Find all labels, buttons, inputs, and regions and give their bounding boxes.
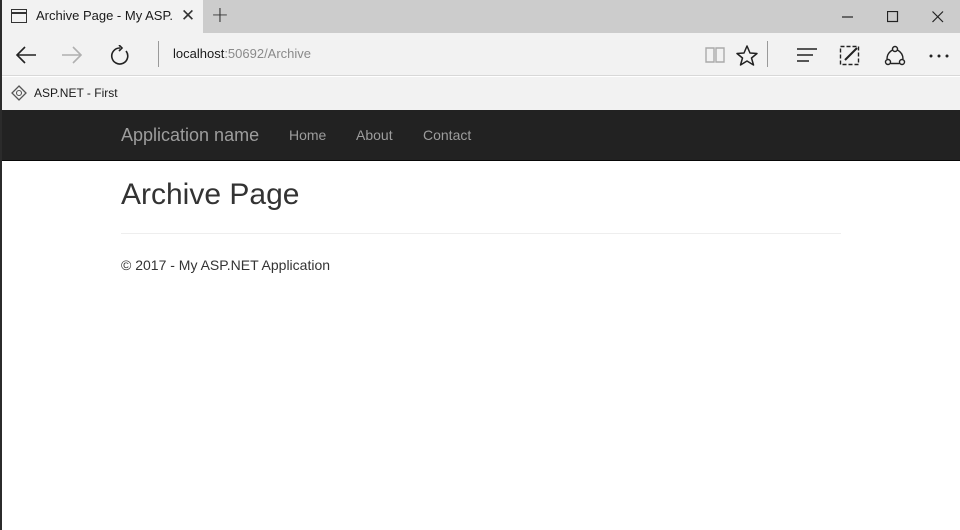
reading-view-button[interactable] — [698, 39, 730, 71]
star-icon — [736, 45, 758, 66]
forward-arrow-icon — [62, 46, 83, 64]
maximize-button[interactable] — [870, 0, 916, 33]
refresh-button[interactable] — [103, 39, 135, 71]
more-button[interactable] — [922, 39, 954, 71]
nav-link-about[interactable]: About — [356, 127, 393, 143]
address-separator — [158, 41, 159, 67]
more-icon — [929, 54, 949, 58]
tab-title: Archive Page - My ASP.N — [36, 8, 174, 23]
browser-toolbar: localhost:50692/Archive — [2, 33, 960, 76]
footer-text: © 2017 - My ASP.NET Application — [121, 257, 331, 273]
nav-link-home[interactable]: Home — [289, 127, 326, 143]
add-favorite-button[interactable] — [730, 39, 762, 71]
address-bar[interactable]: localhost:50692/Archive — [173, 46, 311, 61]
browser-tab[interactable]: Archive Page - My ASP.N ✕ — [2, 0, 203, 33]
toolbar-separator — [767, 41, 768, 67]
nav-link-contact[interactable]: Contact — [423, 127, 471, 143]
share-button[interactable] — [878, 39, 910, 71]
reading-view-icon — [705, 47, 725, 63]
site-favicon — [11, 85, 27, 101]
footer-divider — [121, 233, 841, 234]
forward-button[interactable] — [55, 39, 87, 71]
favorites-bar: ASP.NET - First — [2, 77, 960, 110]
hub-icon — [797, 48, 817, 62]
new-tab-button[interactable]: + — [208, 4, 232, 28]
brand-link[interactable]: Application name — [121, 125, 259, 146]
maximize-icon — [887, 11, 899, 23]
minimize-button[interactable] — [825, 0, 871, 33]
page-icon — [11, 9, 27, 23]
back-arrow-icon — [15, 46, 36, 64]
page-title: Archive Page — [121, 178, 300, 211]
browser-window: Archive Page - My ASP.N ✕ + localhost:50… — [0, 0, 960, 530]
tab-strip: Archive Page - My ASP.N ✕ + — [2, 0, 960, 33]
refresh-icon — [110, 45, 129, 65]
web-note-button[interactable] — [833, 39, 865, 71]
favorite-link[interactable]: ASP.NET - First — [34, 86, 118, 100]
share-icon — [884, 45, 906, 66]
close-window-button[interactable] — [915, 0, 960, 33]
web-note-icon — [839, 45, 860, 66]
tab-close-button[interactable]: ✕ — [179, 5, 197, 27]
site-navbar: Application name Home About Contact — [2, 110, 960, 161]
close-icon — [932, 11, 944, 23]
address-path: :50692/Archive — [224, 46, 312, 61]
address-host: localhost — [173, 46, 225, 61]
minimize-icon — [842, 16, 853, 18]
back-button[interactable] — [9, 39, 41, 71]
hub-button[interactable] — [789, 39, 821, 71]
